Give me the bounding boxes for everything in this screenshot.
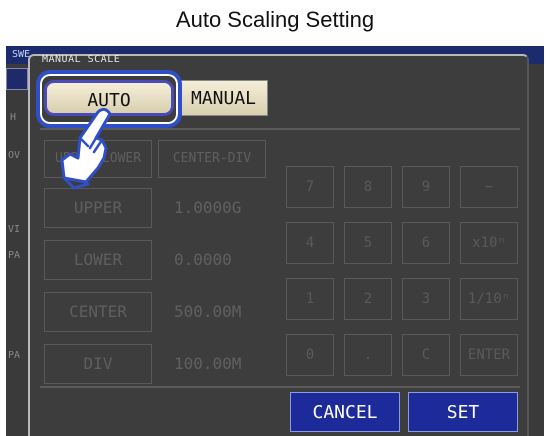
- upper-value: 1.0000G: [174, 198, 242, 217]
- set-button[interactable]: SET: [408, 392, 518, 432]
- key-minus[interactable]: −: [460, 166, 518, 208]
- div-field-button[interactable]: DIV: [44, 344, 152, 384]
- center-value: 500.00M: [174, 302, 242, 321]
- side-label: OV: [8, 150, 21, 161]
- background-tab: [6, 68, 28, 90]
- center-field-button[interactable]: CENTER: [44, 292, 152, 332]
- key-2[interactable]: 2: [344, 278, 392, 320]
- side-label: VI: [8, 224, 21, 235]
- upper-field-button[interactable]: UPPER: [44, 188, 152, 228]
- key-9[interactable]: 9: [402, 166, 450, 208]
- key-5[interactable]: 5: [344, 222, 392, 264]
- key-8[interactable]: 8: [344, 166, 392, 208]
- key-6[interactable]: 6: [402, 222, 450, 264]
- hand-pointer-icon: [60, 108, 112, 190]
- manual-button[interactable]: MANUAL: [180, 80, 268, 116]
- key-decimal-point[interactable]: .: [344, 334, 392, 376]
- key-times-ten-power[interactable]: x10ⁿ: [460, 222, 518, 264]
- key-divide-ten-power[interactable]: 1/10ⁿ: [460, 278, 518, 320]
- lower-value: 0.0000: [174, 250, 232, 269]
- key-7[interactable]: 7: [286, 166, 334, 208]
- key-3[interactable]: 3: [402, 278, 450, 320]
- divider: [40, 386, 520, 388]
- side-label: H: [10, 112, 17, 123]
- key-1[interactable]: 1: [286, 278, 334, 320]
- key-enter[interactable]: ENTER: [460, 334, 518, 376]
- side-label: PA: [8, 350, 21, 361]
- div-value: 100.00M: [174, 354, 242, 373]
- key-clear[interactable]: C: [402, 334, 450, 376]
- cancel-button[interactable]: CANCEL: [290, 392, 400, 432]
- side-label: PA: [8, 250, 21, 261]
- center-div-button[interactable]: CENTER-DIV: [158, 140, 266, 178]
- page-caption: Auto Scaling Setting: [175, 7, 375, 32]
- dialog-title: MANUAL SCALE: [42, 54, 121, 65]
- key-0[interactable]: 0: [286, 334, 334, 376]
- key-4[interactable]: 4: [286, 222, 334, 264]
- lower-field-button[interactable]: LOWER: [44, 240, 152, 280]
